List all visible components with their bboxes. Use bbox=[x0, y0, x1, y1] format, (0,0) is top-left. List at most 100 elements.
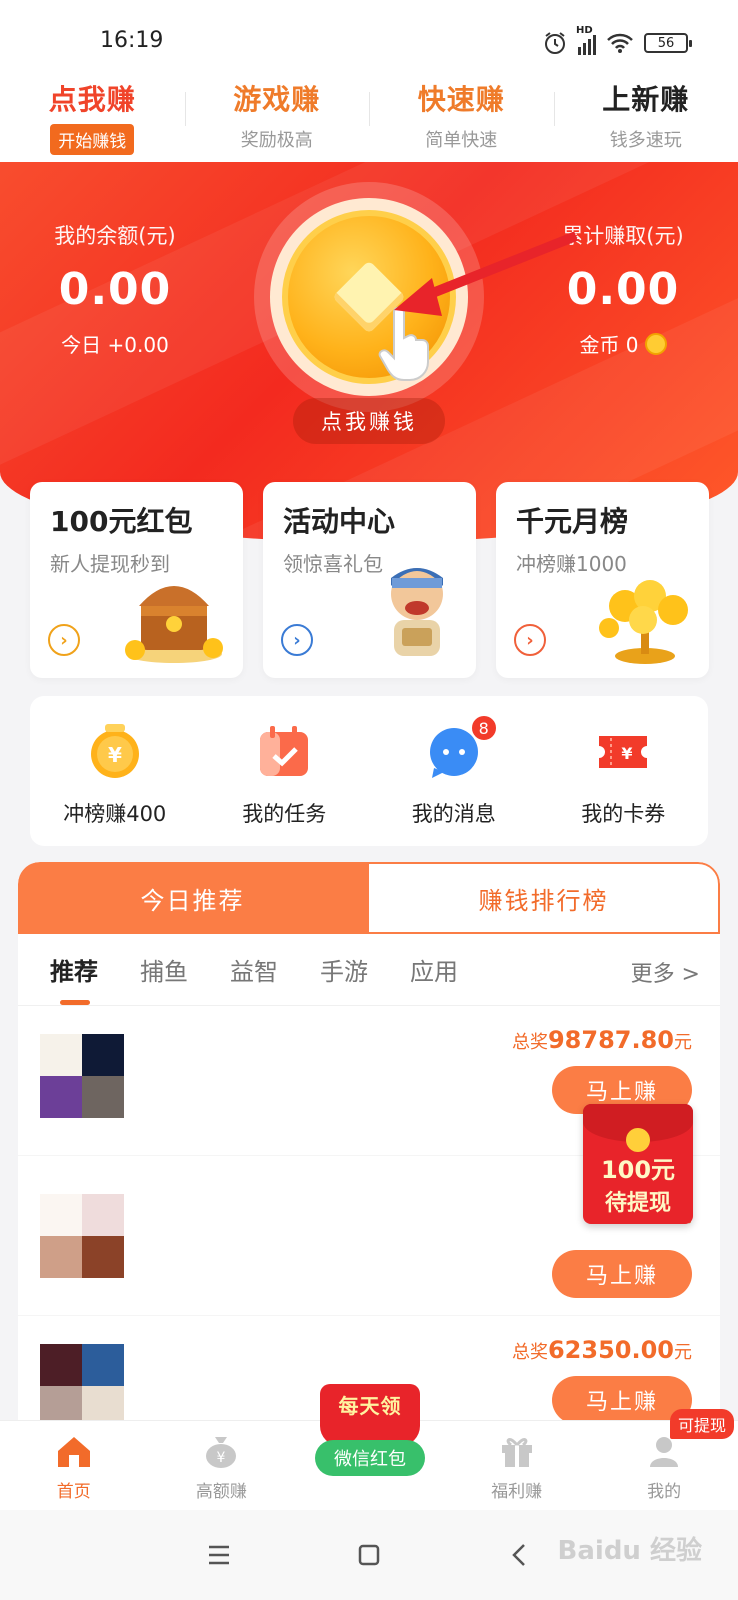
menu-icon[interactable] bbox=[204, 1540, 234, 1570]
category-tabs: 推荐 捕鱼 益智 手游 应用 更多 > bbox=[18, 934, 720, 1006]
quick-rank-earn[interactable]: ¥ 冲榜赚400 bbox=[30, 696, 200, 846]
quick-label: 我的任务 bbox=[242, 802, 327, 826]
quick-my-coupons[interactable]: ¥ 我的卡券 bbox=[539, 696, 709, 846]
status-time: 16:19 bbox=[100, 28, 164, 53]
treasure-chest-icon bbox=[125, 586, 223, 663]
quick-my-tasks[interactable]: 我的任务 bbox=[200, 696, 370, 846]
category-apps[interactable]: 应用 bbox=[410, 952, 458, 987]
card-title: 100元红包 bbox=[50, 505, 193, 538]
cartoon-character-icon bbox=[391, 568, 443, 656]
quick-label: 我的卡券 bbox=[581, 802, 666, 826]
thumb-tile bbox=[82, 1034, 124, 1076]
yuan-coin-icon: ¥ bbox=[85, 722, 145, 782]
thumb-tile bbox=[40, 1344, 82, 1386]
alarm-icon bbox=[545, 32, 565, 54]
category-recommend[interactable]: 推荐 bbox=[50, 952, 98, 1005]
tab-new-earn[interactable]: 上新赚 钱多速玩 bbox=[553, 70, 738, 162]
prize-amount: 98787.80 bbox=[547, 1026, 674, 1054]
card-title: 千元月榜 bbox=[516, 505, 629, 538]
tab-subtitle: 简单快速 bbox=[425, 130, 498, 151]
coin-count-label: 金币 0 bbox=[579, 333, 639, 357]
card-activity-center[interactable]: 活动中心 领惊喜礼包 › bbox=[263, 482, 476, 678]
daily-claim-label: 每天领 bbox=[338, 1394, 402, 1418]
quick-label: 冲榜赚400 bbox=[63, 802, 167, 826]
withdraw-tag: 可提现 bbox=[669, 1409, 734, 1439]
earn-now-button[interactable]: 马上赚 bbox=[552, 1250, 692, 1298]
battery-icon: 56 bbox=[644, 33, 692, 53]
total-prize: 总奖62350.00元 bbox=[512, 1336, 692, 1364]
hd-label: HD bbox=[576, 25, 593, 36]
gift-icon bbox=[501, 1438, 532, 1467]
svg-text:¥: ¥ bbox=[217, 1450, 226, 1466]
pointer-arrow-icon bbox=[394, 232, 578, 316]
nav-mine[interactable]: 我的 可提现 bbox=[590, 1409, 738, 1510]
nav-welfare-earn[interactable]: 福利赚 bbox=[443, 1421, 591, 1510]
thumb-tile bbox=[82, 1076, 124, 1118]
arrow-right-icon: › bbox=[514, 624, 546, 656]
card-monthly-ranking[interactable]: 千元月榜 冲榜赚1000 › bbox=[496, 482, 709, 678]
app-thumbnail bbox=[40, 1034, 124, 1118]
tab-today-recommend[interactable]: 今日推荐 bbox=[18, 862, 367, 934]
nav-high-earn[interactable]: ¥ 高额赚 bbox=[148, 1421, 296, 1510]
top-tabs: 点我赚 开始赚钱 游戏赚 奖励极高 快速赚 简单快速 上新赚 钱多速玩 bbox=[0, 70, 738, 162]
prize-unit: 元 bbox=[674, 1032, 692, 1053]
category-fishing[interactable]: 捕鱼 bbox=[140, 952, 188, 987]
svg-text:¥: ¥ bbox=[108, 743, 122, 767]
prize-label: 总奖 bbox=[511, 1342, 548, 1363]
earn-now-button[interactable]: 点我赚钱 bbox=[293, 398, 445, 444]
segment-control: 今日推荐 赚钱排行榜 bbox=[18, 862, 720, 934]
balance-label: 我的余额(元) bbox=[54, 224, 176, 248]
nav-label: 我的 bbox=[647, 1482, 682, 1502]
thumb-tile bbox=[82, 1386, 124, 1422]
floating-red-packet[interactable]: 100元 待提现 bbox=[583, 1104, 693, 1224]
nav-label: 高额赚 bbox=[195, 1482, 247, 1502]
prize-amount: 62350.00 bbox=[547, 1336, 674, 1364]
chat-bubble-icon: 8 bbox=[424, 714, 498, 782]
card-title: 活动中心 bbox=[283, 505, 396, 538]
nav-wechat-red-packet[interactable]: 每天领 微信红包 bbox=[300, 1384, 440, 1496]
tab-title: 点我赚 bbox=[48, 83, 136, 116]
category-mobile-games[interactable]: 手游 bbox=[320, 952, 368, 987]
thumb-tile bbox=[40, 1194, 82, 1236]
quick-my-messages[interactable]: 8 我的消息 bbox=[369, 696, 539, 846]
nav-home[interactable]: 首页 bbox=[0, 1421, 148, 1510]
home-square-icon[interactable] bbox=[354, 1540, 384, 1570]
category-puzzle[interactable]: 益智 bbox=[230, 952, 278, 987]
tab-title: 快速赚 bbox=[417, 83, 505, 116]
tab-title: 上新赚 bbox=[602, 83, 690, 116]
card-red-envelope[interactable]: 100元红包 新人提现秒到 › bbox=[30, 482, 243, 678]
nav-label: 福利赚 bbox=[491, 1482, 543, 1502]
app-thumbnail bbox=[40, 1194, 124, 1278]
tab-click-earn[interactable]: 点我赚 开始赚钱 bbox=[0, 70, 185, 162]
ticket-icon: ¥ bbox=[593, 722, 653, 782]
tab-game-earn[interactable]: 游戏赚 奖励极高 bbox=[184, 70, 370, 162]
money-tree-icon bbox=[599, 580, 688, 664]
wechat-red-packet-label: 微信红包 bbox=[315, 1440, 425, 1476]
thumb-tile bbox=[40, 1076, 82, 1118]
arrow-right-icon: › bbox=[48, 624, 80, 656]
status-bar: 16:19 HD 56 bbox=[0, 0, 738, 70]
tab-fast-earn[interactable]: 快速赚 简单快速 bbox=[369, 70, 554, 162]
quick-actions: ¥ 冲榜赚400 我的任务 8 我的消息 ¥ 我的卡券 bbox=[30, 696, 708, 846]
balance-value: 0.00 bbox=[58, 264, 172, 315]
total-prize: 总奖98787.80元 bbox=[512, 1026, 692, 1054]
thumb-tile bbox=[82, 1236, 124, 1278]
thumb-tile bbox=[40, 1386, 82, 1422]
tab-badge: 开始赚钱 bbox=[50, 124, 135, 155]
red-packet-text: 待提现 bbox=[604, 1191, 671, 1216]
prize-unit: 元 bbox=[674, 1342, 692, 1363]
svg-text:¥: ¥ bbox=[622, 744, 633, 763]
app-thumbnail bbox=[40, 1344, 124, 1422]
thumb-tile bbox=[40, 1236, 82, 1278]
thumb-tile bbox=[82, 1194, 124, 1236]
prize-label: 总奖 bbox=[511, 1032, 548, 1053]
back-icon[interactable] bbox=[504, 1540, 534, 1570]
thumb-tile bbox=[40, 1034, 82, 1076]
coin-count: 金币 0 bbox=[579, 329, 667, 358]
more-link[interactable]: 更多 > bbox=[631, 956, 700, 988]
today-earnings: 今日 +0.00 bbox=[61, 333, 169, 357]
status-icons: HD 56 bbox=[542, 25, 692, 56]
tab-earn-ranking[interactable]: 赚钱排行榜 bbox=[367, 862, 720, 934]
red-packet-amount: 100元 bbox=[600, 1156, 676, 1184]
home-icon bbox=[57, 1437, 90, 1467]
